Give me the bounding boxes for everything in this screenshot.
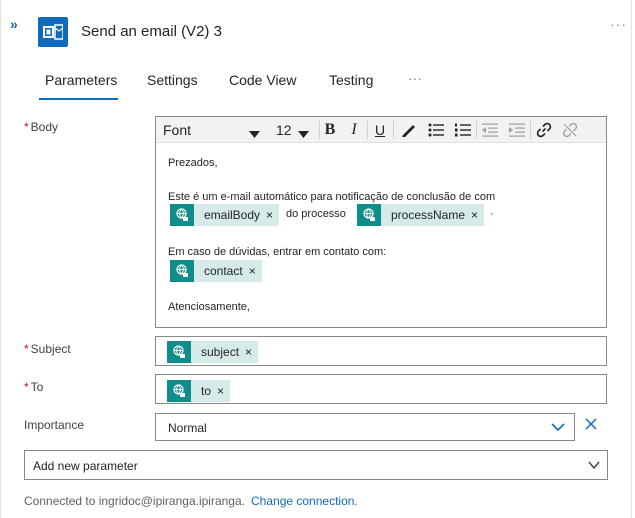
body-closing: Atenciosamente,: [168, 301, 250, 313]
body-greeting: Prezados,: [168, 157, 218, 169]
token-label: subject: [201, 345, 240, 359]
bulleted-list-icon[interactable]: [426, 119, 446, 141]
dynamic-content-icon: [357, 204, 381, 226]
font-family-value: Font: [163, 122, 192, 138]
chevron-down-icon: [587, 458, 601, 477]
tab-parameters[interactable]: Parameters: [45, 72, 117, 88]
decrease-indent-icon[interactable]: [480, 119, 500, 141]
font-size-select[interactable]: 12: [276, 119, 316, 141]
remove-token-button[interactable]: ×: [245, 345, 258, 359]
dynamic-content-icon: [167, 380, 191, 402]
link-icon[interactable]: [534, 119, 554, 141]
body-label: * Body: [24, 120, 58, 134]
tab-testing[interactable]: Testing: [329, 72, 373, 88]
token-processname[interactable]: processName ×: [357, 204, 485, 226]
tab-settings[interactable]: Settings: [147, 72, 198, 88]
subject-label: * Subject: [24, 342, 71, 356]
importance-dropdown[interactable]: Normal: [155, 413, 575, 441]
body-between-text: do processo: [286, 208, 346, 220]
toolbar-divider: [367, 121, 368, 139]
change-connection-link[interactable]: Change connection.: [251, 494, 358, 508]
increase-indent-icon[interactable]: [507, 119, 527, 141]
font-family-select[interactable]: Font: [163, 119, 263, 141]
chevron-down-icon: [298, 125, 309, 141]
text-color-icon[interactable]: [398, 119, 418, 141]
add-parameter-label: Add new parameter: [33, 459, 138, 473]
chevron-down-icon: [550, 419, 566, 440]
chevron-down-icon: [249, 125, 260, 141]
token-label: contact: [204, 264, 243, 278]
body-period: ·: [490, 208, 494, 220]
action-title[interactable]: Send an email (V2) 3: [81, 23, 222, 40]
font-size-value: 12: [276, 122, 292, 138]
to-label-text: To: [30, 380, 44, 394]
bold-button[interactable]: B: [320, 119, 340, 141]
token-subject[interactable]: subject ×: [167, 341, 259, 363]
token-label: processName: [391, 208, 466, 222]
clear-importance-icon[interactable]: [583, 416, 599, 437]
token-emailbody[interactable]: emailBody ×: [170, 204, 280, 226]
remove-token-button[interactable]: ×: [217, 384, 230, 398]
dynamic-content-icon: [167, 341, 191, 363]
token-to[interactable]: to ×: [167, 380, 231, 402]
required-marker: *: [24, 120, 29, 134]
active-tab-indicator: [39, 98, 118, 100]
subject-label-text: Subject: [30, 342, 71, 356]
more-options-button[interactable]: ···: [610, 16, 627, 32]
body-editor[interactable]: Font 12 B I U Prezados, Este é um e-mail…: [155, 116, 607, 328]
connection-text: Connected to ingridoc@ipiranga.ipiranga.: [24, 494, 245, 508]
body-line-1: Este é um e-mail automático para notific…: [168, 191, 496, 203]
to-field[interactable]: to ×: [155, 374, 607, 404]
body-label-text: Body: [30, 120, 59, 134]
dynamic-content-icon: [170, 204, 194, 226]
remove-token-button[interactable]: ×: [266, 208, 279, 222]
to-label: * To: [24, 380, 43, 394]
numbered-list-icon[interactable]: [453, 119, 473, 141]
token-label: to: [201, 384, 212, 398]
dynamic-content-icon: [170, 260, 194, 282]
italic-button[interactable]: I: [344, 119, 364, 141]
outlook-icon: [38, 17, 68, 47]
rich-text-toolbar: Font 12 B I U: [156, 117, 606, 143]
remove-token-button[interactable]: ×: [249, 264, 262, 278]
collapse-panel-button[interactable]: »: [10, 16, 18, 32]
token-contact[interactable]: contact ×: [170, 260, 262, 282]
body-line-2: Em caso de dúvidas, entrar em contato co…: [168, 246, 387, 258]
remove-token-button[interactable]: ×: [471, 208, 484, 222]
required-marker: *: [24, 380, 29, 394]
tabs-more-button[interactable]: ···: [408, 70, 422, 86]
importance-value: Normal: [168, 421, 207, 435]
toolbar-divider: [393, 121, 394, 139]
panel-right-border: [631, 0, 632, 518]
add-new-parameter-dropdown[interactable]: Add new parameter: [24, 450, 608, 480]
unlink-icon[interactable]: [560, 119, 580, 141]
underline-button[interactable]: U: [370, 119, 390, 141]
connection-footer: Connected to ingridoc@ipiranga.ipiranga.…: [24, 494, 358, 508]
importance-label: Importance: [24, 418, 85, 432]
tab-code-view[interactable]: Code View: [229, 72, 296, 88]
subject-field[interactable]: subject ×: [155, 336, 607, 366]
toolbar-divider: [476, 121, 477, 139]
token-label: emailBody: [204, 208, 261, 222]
panel-left-border: [0, 0, 1, 518]
required-marker: *: [24, 342, 29, 356]
toolbar-divider: [530, 121, 531, 139]
